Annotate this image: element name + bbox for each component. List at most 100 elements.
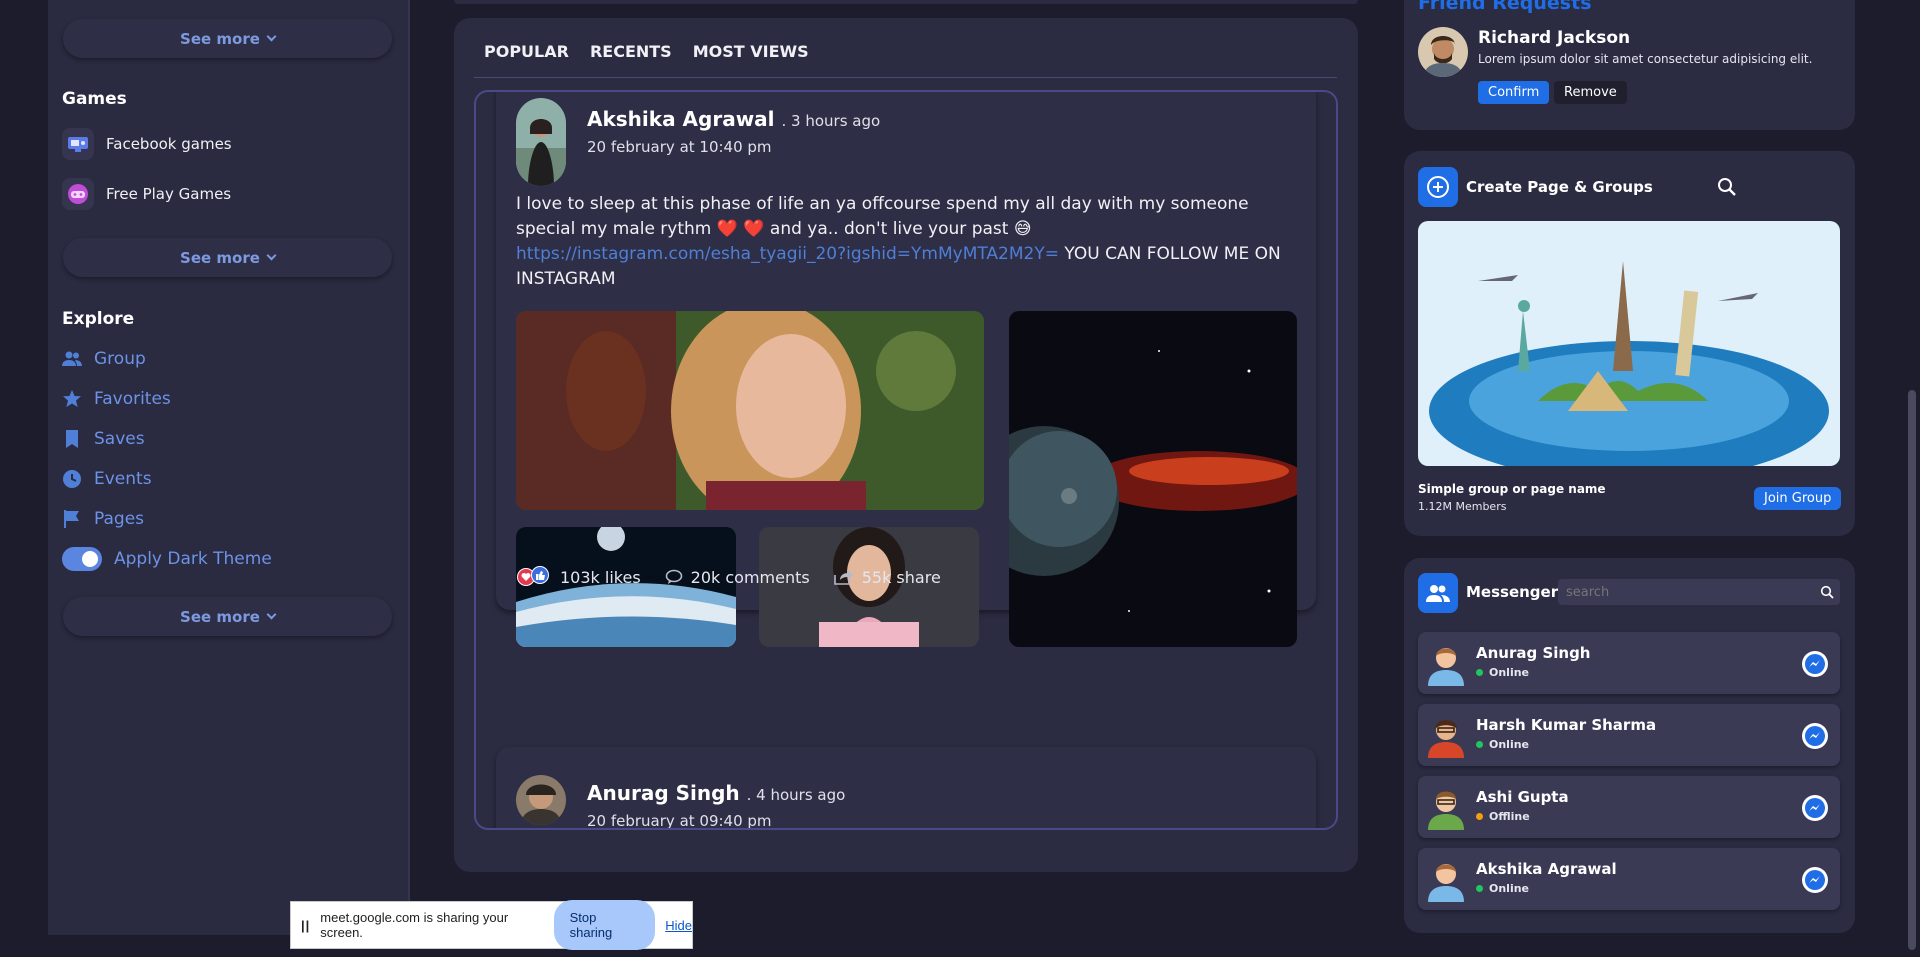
comment-icon [665, 569, 682, 584]
request-name[interactable]: Richard Jackson [1478, 28, 1630, 48]
post-author-name[interactable]: Anurag Singh [587, 781, 740, 805]
screen-share-bar: || meet.google.com is sharing your scree… [290, 900, 693, 950]
explore-item-label: Favorites [94, 389, 171, 409]
post-author-name[interactable]: Akshika Agrawal [587, 107, 775, 131]
chevron-down-icon [266, 609, 277, 620]
contact-item-akshika-agrawal[interactable]: Akshika Agrawal Online [1418, 848, 1840, 910]
posts-scroll-area[interactable]: Akshika Agrawal . 3 hours ago 20 februar… [474, 90, 1338, 830]
contact-status: Offline [1476, 810, 1530, 823]
contact-status: Online [1476, 882, 1529, 895]
contact-name: Akshika Agrawal [1476, 860, 1617, 878]
post-stats: 103k likes 20k comments 55k share [516, 566, 965, 588]
post-author-avatar[interactable] [516, 98, 566, 186]
messenger-search [1558, 579, 1840, 605]
dark-theme-toggle-row[interactable]: Apply Dark Theme [62, 547, 272, 571]
group-name[interactable]: Simple group or page name [1418, 482, 1606, 496]
hide-link[interactable]: Hide [665, 918, 692, 933]
game-item-facebook-games[interactable]: Facebook games [62, 128, 232, 160]
share-message: meet.google.com is sharing your screen. [320, 910, 509, 940]
request-text: Lorem ipsum dolor sit amet consectetur a… [1478, 52, 1813, 66]
main-divider [409, 0, 410, 935]
explore-item-label: Events [94, 469, 152, 489]
chevron-down-icon [266, 31, 277, 42]
explore-item-saves[interactable]: Saves [62, 429, 145, 449]
messenger-icon[interactable] [1802, 651, 1828, 677]
world-landmarks-image[interactable] [1418, 221, 1840, 466]
see-more-button[interactable]: See more [63, 597, 392, 636]
status-dot [1476, 885, 1483, 892]
contact-status-label: Online [1489, 738, 1530, 751]
clock-icon [63, 470, 81, 488]
explore-title: Explore [62, 309, 135, 329]
join-group-button[interactable]: Join Group [1754, 487, 1842, 510]
tab-popular[interactable]: POPULAR [484, 42, 569, 61]
star-icon [63, 390, 81, 407]
friend-requests-card: Friend Requests Richard Jackson Lorem ip… [1404, 0, 1855, 130]
contact-item-harsh-kumar-sharma[interactable]: Harsh Kumar Sharma Online [1418, 704, 1840, 766]
confirm-button[interactable]: Confirm [1478, 81, 1550, 104]
post-card: Akshika Agrawal . 3 hours ago 20 februar… [496, 92, 1316, 647]
likes-stat[interactable]: 103k likes [516, 566, 641, 588]
post-author-avatar[interactable] [516, 775, 566, 825]
create-title: Create Page & Groups [1466, 178, 1653, 196]
tab-most-views[interactable]: MOST VIEWS [693, 42, 809, 61]
messenger-icon[interactable] [1802, 723, 1828, 749]
status-dot [1476, 813, 1483, 820]
comments-count: 20k comments [690, 567, 810, 587]
game-console-icon [62, 128, 94, 160]
post-date: 20 february at 10:40 pm [587, 138, 772, 156]
explore-item-group[interactable]: Group [62, 349, 146, 369]
messenger-card: Messenger Anurag Singh Online Harsh Kuma… [1404, 558, 1855, 933]
messenger-icon[interactable] [1802, 795, 1828, 821]
dark-theme-toggle[interactable] [62, 547, 102, 571]
explore-item-pages[interactable]: Pages [62, 509, 144, 529]
group-members: 1.12M Members [1418, 500, 1507, 513]
contact-status: Online [1476, 666, 1529, 679]
post-text-body: I love to sleep at this phase of life an… [516, 194, 1249, 239]
status-dot [1476, 669, 1483, 676]
explore-item-label: Group [94, 349, 146, 369]
game-item-label: Facebook games [106, 135, 232, 153]
previous-card-edge [454, 0, 1358, 4]
dark-theme-label: Apply Dark Theme [114, 549, 272, 569]
add-icon[interactable] [1418, 167, 1458, 207]
contact-name: Harsh Kumar Sharma [1476, 716, 1657, 734]
tabs-divider [474, 77, 1337, 78]
tab-recents[interactable]: RECENTS [590, 42, 672, 61]
search-icon[interactable] [1820, 585, 1834, 599]
contact-name: Ashi Gupta [1476, 788, 1569, 806]
messenger-icon[interactable] [1802, 867, 1828, 893]
avatar [1428, 791, 1464, 830]
group-icon [62, 351, 82, 366]
search-icon[interactable] [1717, 177, 1737, 197]
post-time-ago: . 4 hours ago [746, 786, 846, 804]
remove-button[interactable]: Remove [1554, 81, 1627, 104]
explore-item-events[interactable]: Events [62, 469, 152, 489]
share-stat[interactable]: 55k share [833, 567, 941, 587]
games-title: Games [62, 89, 127, 109]
page-scrollbar-thumb[interactable] [1908, 390, 1916, 950]
comments-stat[interactable]: 20k comments [665, 568, 810, 587]
avatar [1428, 720, 1464, 758]
contact-status: Online [1476, 738, 1529, 751]
post-text: I love to sleep at this phase of life an… [516, 192, 1306, 292]
see-more-label: See more [180, 29, 260, 48]
post-instagram-link[interactable]: https://instagram.com/esha_tyagii_20?igs… [516, 244, 1059, 264]
game-item-free-play-games[interactable]: Free Play Games [62, 178, 231, 210]
contact-item-ashi-gupta[interactable]: Ashi Gupta Offline [1418, 776, 1840, 838]
explore-item-label: Saves [94, 429, 145, 449]
post-photo-woman-closeup[interactable] [516, 311, 984, 510]
see-more-button[interactable]: See more [63, 238, 392, 277]
request-avatar[interactable] [1418, 27, 1468, 77]
see-more-label: See more [180, 248, 260, 267]
stop-sharing-button[interactable]: Stop sharing [553, 900, 656, 950]
explore-item-favorites[interactable]: Favorites [62, 389, 171, 409]
contact-status-label: Online [1489, 666, 1530, 679]
contact-item-anurag-singh[interactable]: Anurag Singh Online [1418, 632, 1840, 694]
share-count: 55k share [861, 567, 941, 587]
see-more-button[interactable]: See more [63, 19, 392, 58]
messenger-title: Messenger [1466, 583, 1559, 601]
messenger-search-input[interactable] [1566, 582, 1806, 602]
post-date: 20 february at 09:40 pm [587, 812, 772, 830]
post-photo-space-planet[interactable] [1009, 311, 1297, 647]
